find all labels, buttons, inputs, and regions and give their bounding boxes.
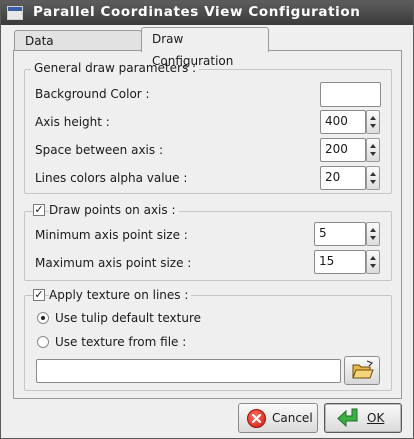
browse-texture-button[interactable] [344,356,380,385]
ok-button[interactable]: OK [324,403,402,433]
file-texture-label: Use texture from file : [55,335,187,349]
window-title: Parallel Coordinates View Configuration [33,4,361,20]
default-texture-radio[interactable] [37,312,49,324]
background-color-button[interactable] [320,82,381,107]
max-point-size-label: Maximum axis point size : [35,256,192,270]
ok-label: OK [367,411,385,425]
spin-down-icon[interactable] [370,264,376,268]
folder-open-icon [352,360,374,379]
tab-draw-configuration-label: Draw Configuration [152,32,234,68]
alpha-value-label: Lines colors alpha value : [35,171,188,185]
alpha-value-spinbox[interactable]: 20 [320,166,381,190]
draw-points-label: Draw points on axis : [49,203,179,217]
spin-down-icon[interactable] [370,180,376,184]
cancel-label: Cancel [272,411,313,425]
cancel-button[interactable]: Cancel [238,403,318,433]
apply-texture-checkbox[interactable]: ✓ [33,289,45,301]
tab-data-configuration[interactable]: Data Configuration [14,30,142,68]
min-point-size-stepper[interactable] [366,222,380,246]
background-color-label: Background Color : [35,87,150,101]
window-icon[interactable] [7,6,23,20]
spin-up-icon[interactable] [370,144,376,148]
max-point-size-input[interactable]: 15 [314,250,366,274]
space-between-axis-spinbox[interactable]: 200 [320,138,381,162]
spin-up-icon[interactable] [370,256,376,260]
apply-texture-label: Apply texture on lines : [49,288,192,302]
alpha-value-stepper[interactable] [366,166,380,190]
draw-points-checkbox[interactable]: ✓ [33,204,45,216]
min-point-size-spinbox[interactable]: 5 [314,222,381,246]
spin-up-icon[interactable] [370,172,376,176]
axis-height-spinbox[interactable]: 400 [320,110,381,134]
min-point-size-input[interactable]: 5 [314,222,366,246]
tab-draw-configuration[interactable]: Draw Configuration [141,27,269,68]
max-point-size-stepper[interactable] [366,250,380,274]
axis-height-input[interactable]: 400 [320,110,366,134]
config-dialog: Parallel Coordinates View Configuration … [0,0,414,439]
space-between-axis-stepper[interactable] [366,138,380,162]
spin-up-icon[interactable] [370,116,376,120]
spin-down-icon[interactable] [370,152,376,156]
space-between-axis-label: Space between axis : [35,143,163,157]
axis-height-label: Axis height : [35,115,110,129]
space-between-axis-input[interactable]: 200 [320,138,366,162]
spin-down-icon[interactable] [370,236,376,240]
min-point-size-label: Minimum axis point size : [35,228,188,242]
max-point-size-spinbox[interactable]: 15 [314,250,381,274]
default-texture-label: Use tulip default texture [55,311,202,325]
spin-down-icon[interactable] [370,124,376,128]
cancel-icon [247,409,266,428]
spin-up-icon[interactable] [370,228,376,232]
ok-arrow-icon [337,408,358,428]
texture-file-path-input[interactable] [36,359,341,383]
file-texture-radio[interactable] [37,336,49,348]
axis-height-stepper[interactable] [366,110,380,134]
alpha-value-input[interactable]: 20 [320,166,366,190]
title-bar[interactable]: Parallel Coordinates View Configuration [1,1,413,25]
